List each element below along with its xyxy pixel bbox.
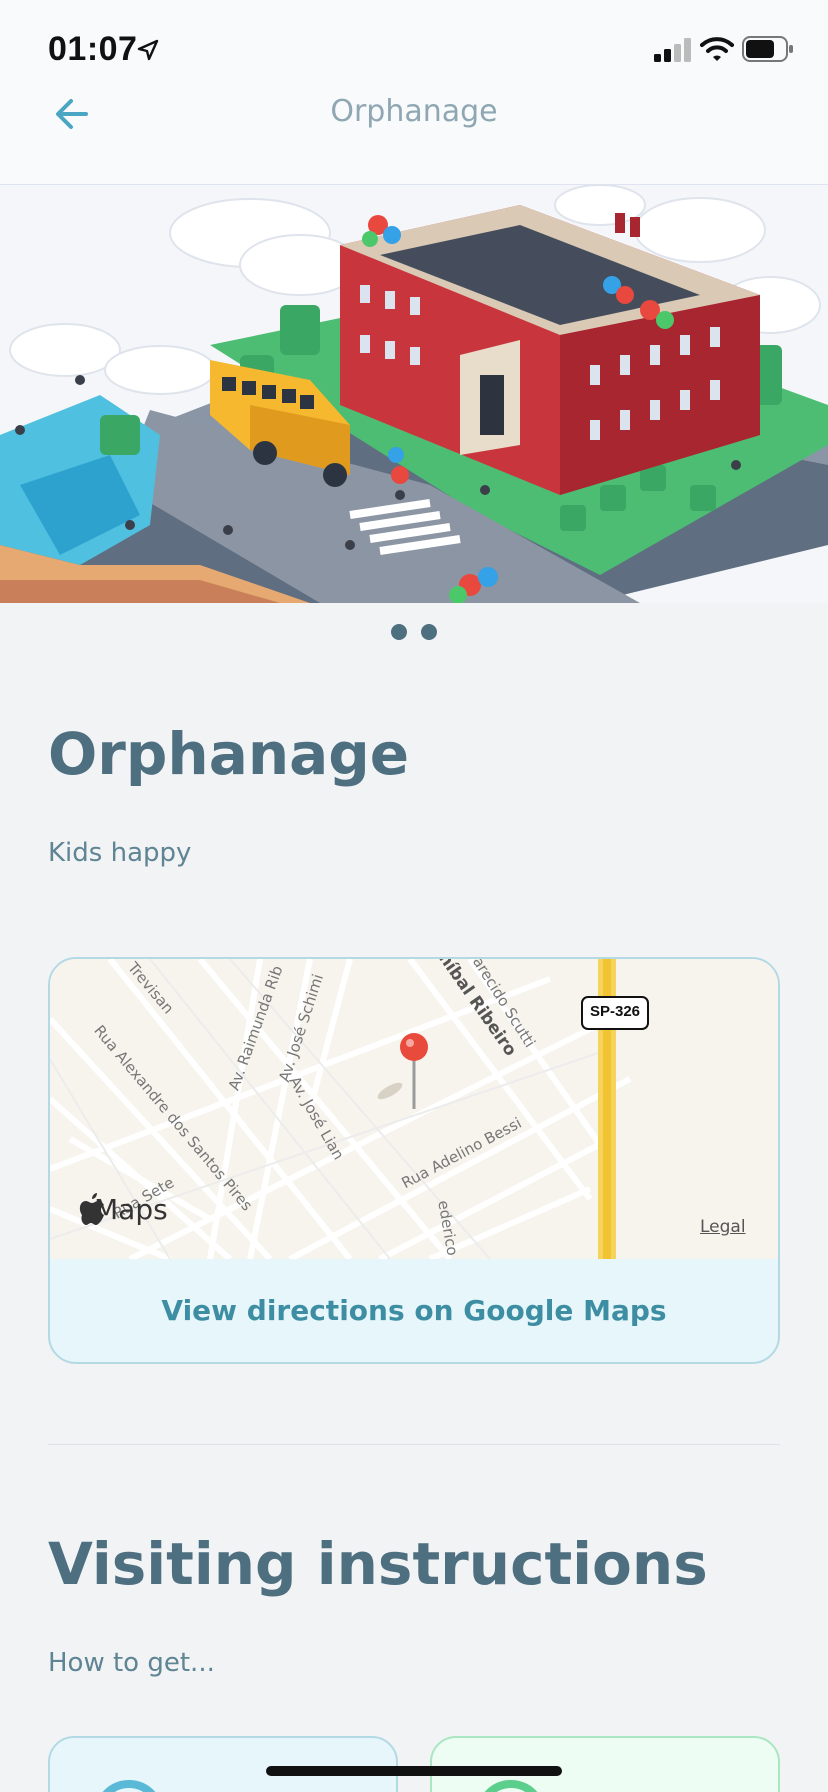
school-illustration <box>0 185 828 603</box>
page-title: Orphanage <box>48 720 410 788</box>
clock-circle-icon <box>476 1780 546 1792</box>
google-maps-directions-link[interactable]: View directions on Google Maps <box>50 1259 778 1362</box>
instructions-subtitle: How to get... <box>48 1648 215 1678</box>
highway-shield-label: SP-326 <box>589 1003 641 1020</box>
page-indicator[interactable] <box>0 624 828 640</box>
status-time: 01:07 <box>48 30 138 68</box>
hero-image-carousel[interactable] <box>0 185 828 603</box>
page-indicator-dot[interactable] <box>391 624 407 640</box>
home-indicator[interactable] <box>266 1766 562 1776</box>
instructions-title: Visiting instructions <box>48 1530 708 1598</box>
map-card[interactable]: Trevisan Av. Raimunda Rib Av. José Schim… <box>48 957 780 1364</box>
info-card-green <box>430 1736 780 1792</box>
top-bar: 01:07 Orphanage <box>0 0 828 185</box>
info-circle-icon <box>94 1780 164 1792</box>
location-arrow-icon <box>137 39 159 61</box>
wifi-icon <box>700 37 734 61</box>
section-divider <box>48 1444 780 1445</box>
cellular-signal-icon <box>654 38 691 62</box>
orphanage-description: Kids happy <box>48 838 192 868</box>
map-view[interactable]: Trevisan Av. Raimunda Rib Av. José Schim… <box>50 959 778 1259</box>
page-indicator-dot[interactable] <box>421 624 437 640</box>
maps-brand: Maps <box>94 1193 168 1226</box>
battery-icon <box>742 36 793 62</box>
legal-link[interactable]: Legal <box>700 1217 746 1237</box>
info-card-blue <box>48 1736 398 1792</box>
header-title: Orphanage <box>330 94 498 129</box>
